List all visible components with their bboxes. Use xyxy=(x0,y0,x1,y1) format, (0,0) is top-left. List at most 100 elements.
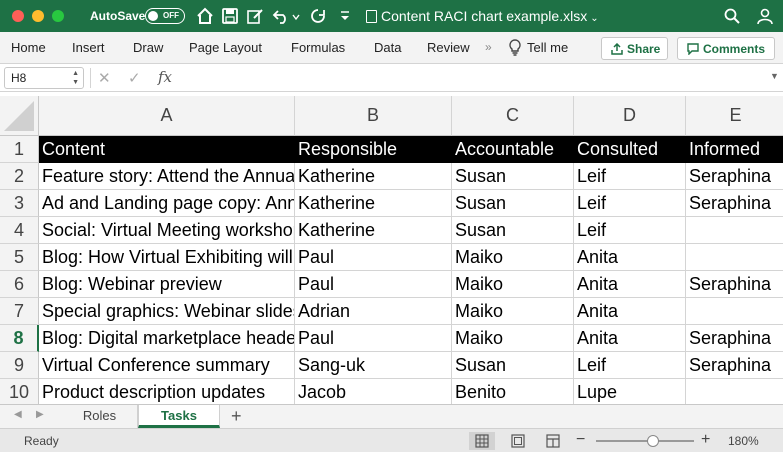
column-header-d[interactable]: D xyxy=(574,96,686,136)
row-header-10[interactable]: 10 xyxy=(0,379,39,404)
undo-dropdown-icon[interactable] xyxy=(292,13,300,21)
row-header-3[interactable]: 3 xyxy=(0,190,39,217)
add-sheet-button[interactable]: + xyxy=(231,406,242,427)
table-cell[interactable]: Seraphina xyxy=(686,325,783,352)
sheet-tab-tasks[interactable]: Tasks xyxy=(138,405,220,428)
table-cell[interactable]: Maiko xyxy=(452,271,574,298)
table-cell[interactable]: Blog: Webinar preview xyxy=(39,271,295,298)
table-cell[interactable]: Maiko xyxy=(452,298,574,325)
name-box[interactable]: H8 ▲ ▼ xyxy=(4,67,84,89)
table-cell[interactable]: Susan xyxy=(452,190,574,217)
table-cell[interactable]: Susan xyxy=(452,217,574,244)
table-cell[interactable]: Leif xyxy=(574,217,686,244)
enter-edit-icon[interactable]: ✓ xyxy=(128,69,141,87)
table-cell[interactable]: Leif xyxy=(574,190,686,217)
title-dropdown-icon[interactable]: ⌄ xyxy=(590,13,598,24)
zoom-slider-track[interactable] xyxy=(596,440,694,442)
prev-sheet-icon[interactable]: ◀ xyxy=(14,409,22,420)
table-cell[interactable]: Susan xyxy=(452,163,574,190)
close-window-button[interactable] xyxy=(12,10,24,22)
comments-button[interactable]: Comments xyxy=(677,37,775,60)
table-cell[interactable]: Seraphina xyxy=(686,190,783,217)
table-cell[interactable]: Lupe xyxy=(574,379,686,404)
autosave-toggle[interactable]: OFF xyxy=(145,8,185,24)
page-break-view-button[interactable] xyxy=(540,432,566,450)
customize-toolbar-icon[interactable] xyxy=(336,7,354,25)
next-sheet-icon[interactable]: ▶ xyxy=(36,409,44,420)
tab-draw[interactable]: Draw xyxy=(133,40,163,55)
table-cell[interactable]: Blog: Digital marketplace header xyxy=(39,325,295,352)
undo-icon[interactable] xyxy=(272,7,290,25)
insert-function-icon[interactable]: fx xyxy=(158,68,172,86)
tab-data[interactable]: Data xyxy=(374,40,401,55)
table-cell[interactable]: Anita xyxy=(574,298,686,325)
column-title-cell[interactable]: Responsible xyxy=(295,136,452,163)
table-cell[interactable]: Social: Virtual Meeting workshop xyxy=(39,217,295,244)
row-header-6[interactable]: 6 xyxy=(0,271,39,298)
table-cell[interactable]: Anita xyxy=(574,244,686,271)
search-icon[interactable] xyxy=(723,7,741,25)
table-cell[interactable]: Paul xyxy=(295,244,452,271)
table-cell[interactable]: Product description updates xyxy=(39,379,295,404)
tab-formulas[interactable]: Formulas xyxy=(291,40,345,55)
column-title-cell[interactable]: Consulted xyxy=(574,136,686,163)
row-header-5[interactable]: 5 xyxy=(0,244,39,271)
zoom-level[interactable]: 180% xyxy=(728,434,759,448)
table-cell[interactable]: Feature story: Attend the Annual Virtual… xyxy=(39,163,295,190)
table-cell[interactable]: Anita xyxy=(574,271,686,298)
account-icon[interactable] xyxy=(756,7,774,25)
minimize-window-button[interactable] xyxy=(32,10,44,22)
table-cell[interactable] xyxy=(686,379,783,404)
normal-view-button[interactable] xyxy=(469,432,495,450)
column-title-cell[interactable]: Accountable xyxy=(452,136,574,163)
table-cell[interactable]: Katherine xyxy=(295,163,452,190)
table-cell[interactable]: Susan xyxy=(452,352,574,379)
redo-icon[interactable] xyxy=(309,7,327,25)
home-icon[interactable] xyxy=(196,7,214,25)
lightbulb-icon[interactable] xyxy=(507,39,523,56)
zoom-slider-handle[interactable] xyxy=(646,435,659,447)
table-cell[interactable]: Special graphics: Webinar slides xyxy=(39,298,295,325)
column-header-e[interactable]: E xyxy=(686,96,783,136)
column-title-cell[interactable]: Content xyxy=(39,136,295,163)
table-cell[interactable]: Leif xyxy=(574,163,686,190)
column-title-cell[interactable]: Informed xyxy=(686,136,783,163)
page-layout-view-button[interactable] xyxy=(505,432,531,450)
table-cell[interactable]: Katherine xyxy=(295,217,452,244)
table-cell[interactable]: Katherine xyxy=(295,190,452,217)
row-header-7[interactable]: 7 xyxy=(0,298,39,325)
zoom-out-button[interactable]: − xyxy=(576,431,585,449)
table-cell[interactable]: Seraphina xyxy=(686,271,783,298)
more-tabs-button[interactable]: » xyxy=(485,40,492,54)
cancel-edit-icon[interactable]: ✕ xyxy=(98,69,111,87)
table-cell[interactable]: Adrian xyxy=(295,298,452,325)
row-header-1[interactable]: 1 xyxy=(0,136,39,163)
table-cell[interactable]: Maiko xyxy=(452,325,574,352)
table-cell[interactable]: Seraphina xyxy=(686,352,783,379)
column-header-a[interactable]: A xyxy=(39,96,295,136)
table-cell[interactable] xyxy=(686,244,783,271)
zoom-in-button[interactable]: + xyxy=(701,431,710,449)
tab-insert[interactable]: Insert xyxy=(72,40,105,55)
select-all-corner[interactable] xyxy=(0,96,39,136)
table-cell[interactable]: Maiko xyxy=(452,244,574,271)
table-cell[interactable]: Benito xyxy=(452,379,574,404)
table-cell[interactable]: Jacob xyxy=(295,379,452,404)
row-header-4[interactable]: 4 xyxy=(0,217,39,244)
table-cell[interactable]: Seraphina xyxy=(686,163,783,190)
worksheet-grid[interactable]: A B C D E 1 Content Responsible Accountable Consu… xyxy=(0,96,783,404)
save-icon[interactable] xyxy=(221,7,239,25)
column-header-b[interactable]: B xyxy=(295,96,452,136)
sheet-tab-roles[interactable]: Roles xyxy=(62,405,138,428)
table-cell[interactable]: Paul xyxy=(295,325,452,352)
tab-review[interactable]: Review xyxy=(427,40,470,55)
maximize-window-button[interactable] xyxy=(52,10,64,22)
table-cell[interactable]: Anita xyxy=(574,325,686,352)
row-header-8[interactable]: 8 xyxy=(0,325,39,352)
tell-me-search[interactable]: Tell me xyxy=(527,40,568,55)
table-cell[interactable] xyxy=(686,298,783,325)
row-header-2[interactable]: 2 xyxy=(0,163,39,190)
table-cell[interactable]: Leif xyxy=(574,352,686,379)
table-cell[interactable]: Blog: How Virtual Exhibiting will change xyxy=(39,244,295,271)
share-button[interactable]: Share xyxy=(601,37,668,60)
